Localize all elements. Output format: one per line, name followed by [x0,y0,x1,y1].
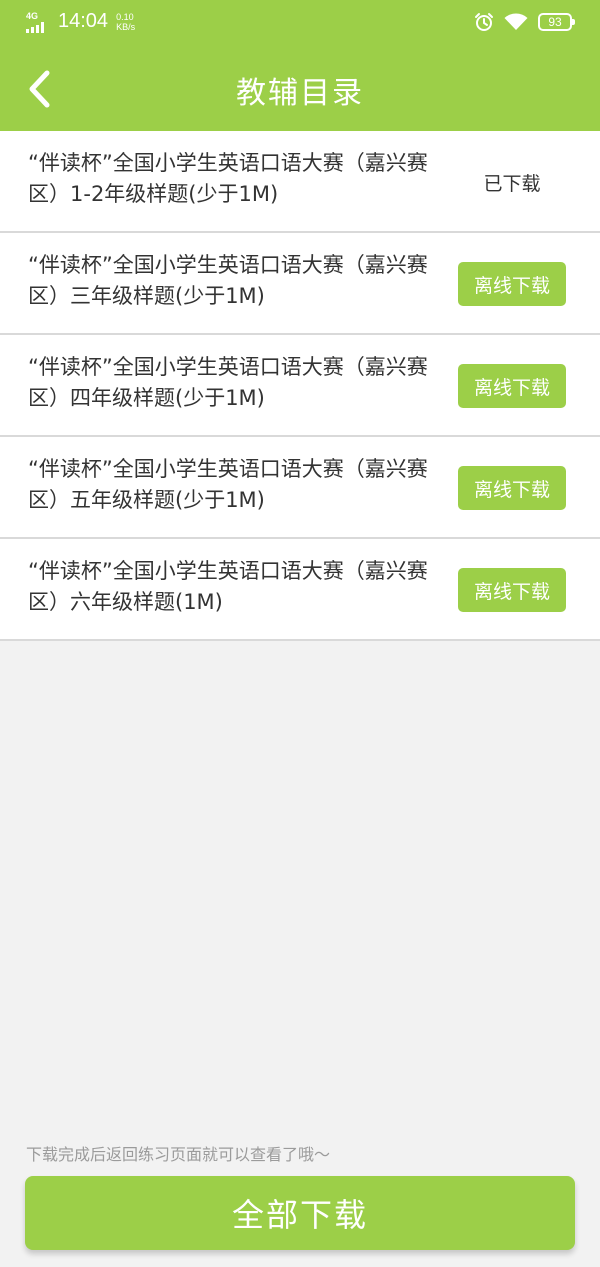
offline-download-button[interactable]: 离线下载 [458,262,566,306]
list-item[interactable]: “伴读杯”全国小学生英语口语大赛（嘉兴赛区）三年级样题(少于1M) 离线下载 [0,233,600,335]
list-item[interactable]: “伴读杯”全国小学生英语口语大赛（嘉兴赛区）六年级样题(1M) 离线下载 [0,539,600,641]
offline-download-button[interactable]: 离线下载 [458,568,566,612]
status-left: 4G 14:04 0.10 KB/s [26,10,135,33]
status-time: 14:04 [58,10,109,32]
app-header: 4G 14:04 0.10 KB/s 93 教辅目录 [0,0,600,131]
item-title: “伴读杯”全国小学生英语口语大赛（嘉兴赛区）六年级样题(1M) [28,559,428,614]
list-item[interactable]: “伴读杯”全国小学生英语口语大赛（嘉兴赛区）五年级样题(少于1M) 离线下载 [0,437,600,539]
speed-value: 0.10 [116,11,134,22]
downloaded-label: 已下载 [483,172,541,195]
speed-unit: KB/s [116,21,136,32]
wifi-icon [504,13,528,30]
battery-level: 93 [548,15,562,29]
status-right: 93 [474,12,575,32]
page-title: 教辅目录 [236,76,364,111]
download-all-button[interactable]: 全部下载 [25,1176,575,1250]
signal-icon: 4G [26,11,52,33]
alarm-icon [475,13,493,31]
item-title: “伴读杯”全国小学生英语口语大赛（嘉兴赛区）五年级样题(少于1M) [28,457,428,512]
offline-download-button[interactable]: 离线下载 [458,466,566,510]
item-title: “伴读杯”全国小学生英语口语大赛（嘉兴赛区）四年级样题(少于1M) [28,355,428,410]
network-speed: 0.10 KB/s [116,12,135,32]
item-title: “伴读杯”全国小学生英语口语大赛（嘉兴赛区）1-2年级样题(少于1M) [28,151,428,206]
item-title: “伴读杯”全国小学生英语口语大赛（嘉兴赛区）三年级样题(少于1M) [28,253,428,308]
download-hint: 下载完成后返回练习页面就可以查看了哦～ [26,1145,331,1164]
network-type: 4G [26,10,39,21]
list-item[interactable]: “伴读杯”全国小学生英语口语大赛（嘉兴赛区）1-2年级样题(少于1M) 已下载 [0,131,600,233]
list-item[interactable]: “伴读杯”全国小学生英语口语大赛（嘉兴赛区）四年级样题(少于1M) 离线下载 [0,335,600,437]
resource-list: “伴读杯”全国小学生英语口语大赛（嘉兴赛区）1-2年级样题(少于1M) 已下载 … [0,131,600,641]
status-bar: 4G 14:04 0.10 KB/s 93 [0,0,600,48]
battery-icon: 93 [538,13,575,31]
offline-download-button[interactable]: 离线下载 [458,364,566,408]
